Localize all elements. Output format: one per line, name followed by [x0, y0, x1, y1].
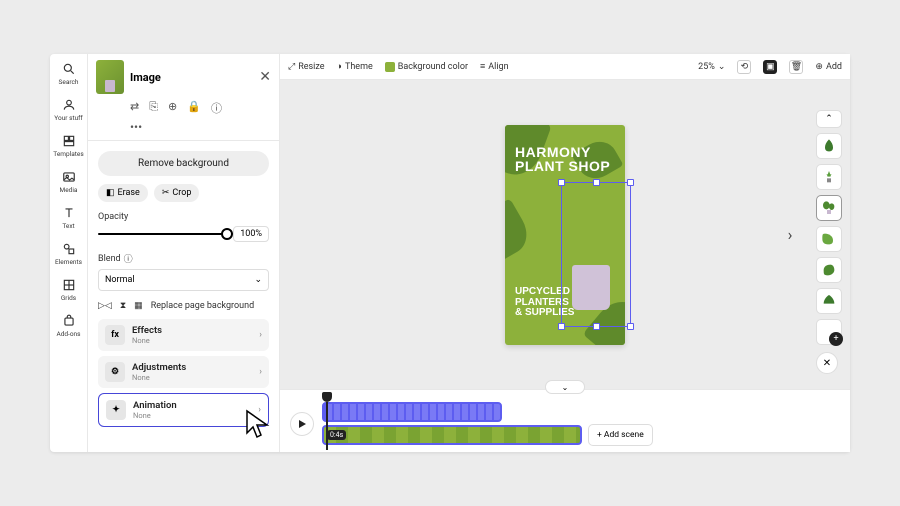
- thumb-plant-2[interactable]: [816, 195, 842, 221]
- effects-icon: fx: [105, 325, 125, 345]
- properties-panel: Image ✕ ⇄ ⎘ ⊕ 🔒 ⓘ ••• Remove background …: [88, 54, 280, 452]
- track-element[interactable]: [322, 402, 502, 422]
- chevron-right-icon: ›: [259, 367, 262, 377]
- add-button[interactable]: ⊕Add: [815, 62, 842, 72]
- effects-row[interactable]: fx EffectsNone ›: [98, 319, 269, 351]
- flip-h-icon[interactable]: ▷◁: [98, 301, 112, 311]
- card-title: HARMONY PLANT SHOP: [515, 145, 610, 174]
- duplicate-icon[interactable]: ⊕: [168, 100, 177, 116]
- thumb-leaf-3[interactable]: [816, 257, 842, 283]
- timeline-toggle[interactable]: ⌄: [545, 380, 585, 394]
- opacity-slider[interactable]: [98, 233, 227, 235]
- adjustments-icon: ⚙: [105, 362, 125, 382]
- preview-button[interactable]: ▣: [763, 60, 777, 74]
- track-scene[interactable]: 0:4s: [322, 425, 582, 445]
- timer-icon[interactable]: ⧗: [120, 301, 126, 311]
- link-icon[interactable]: ⎘: [149, 100, 158, 116]
- rail-search[interactable]: Search: [50, 62, 87, 86]
- flip-icon[interactable]: ⇄: [130, 100, 139, 116]
- rail-media[interactable]: Media: [50, 170, 87, 194]
- thumb-leaf-4[interactable]: [816, 288, 842, 314]
- align-button[interactable]: ≡Align: [480, 61, 509, 72]
- resize-button[interactable]: ⤢Resize: [288, 62, 325, 72]
- more-options-icon[interactable]: •••: [88, 120, 279, 140]
- play-button[interactable]: [290, 412, 314, 436]
- panel-title: Image: [130, 71, 253, 84]
- delete-button[interactable]: 🗑: [789, 60, 803, 74]
- chevron-down-icon: ⌄: [254, 275, 262, 285]
- next-page-button[interactable]: ›: [778, 223, 802, 247]
- collapse-thumbs-button[interactable]: ⌃: [816, 110, 842, 128]
- animation-row[interactable]: ✦ AnimationNone ›: [98, 393, 269, 427]
- opacity-label: Opacity: [98, 212, 269, 222]
- plus-icon: +: [829, 332, 843, 346]
- bgcolor-button[interactable]: Background color: [385, 62, 468, 72]
- replace-bg-icon[interactable]: ▦: [134, 301, 143, 311]
- close-panel-icon[interactable]: ✕: [259, 69, 271, 85]
- thumb-leaf-1[interactable]: [816, 133, 842, 159]
- crop-button[interactable]: ✂Crop: [154, 184, 200, 202]
- rail-text[interactable]: Text: [50, 206, 87, 230]
- opacity-value[interactable]: 100%: [233, 226, 269, 242]
- zoom-select[interactable]: 25%⌄: [698, 62, 725, 72]
- element-thumbnails: ⌃ + ✕: [816, 110, 842, 374]
- thumb-leaf-2[interactable]: [816, 226, 842, 252]
- left-rail: Search Your stuff Templates Media Text E…: [50, 54, 88, 452]
- blend-label: Blendⓘ: [98, 252, 269, 265]
- thumb-plant-1[interactable]: [816, 164, 842, 190]
- rail-grids[interactable]: Grids: [50, 278, 87, 302]
- lock-icon[interactable]: 🔒: [187, 100, 201, 116]
- chevron-right-icon: ›: [259, 330, 262, 340]
- rail-addons[interactable]: Add-ons: [50, 314, 87, 338]
- blend-select[interactable]: Normal⌄: [98, 269, 269, 291]
- rail-your-stuff[interactable]: Your stuff: [50, 98, 87, 122]
- remove-background-button[interactable]: Remove background: [98, 151, 269, 176]
- adjustments-row[interactable]: ⚙ AdjustmentsNone ›: [98, 356, 269, 388]
- canvas-stage[interactable]: HARMONY PLANT SHOP UPCYCLED PLANTERS & S…: [280, 80, 850, 389]
- close-thumbs-button[interactable]: ✕: [816, 352, 838, 374]
- canvas-toolbar: ⤢Resize ◑Theme Background color ≡Align 2…: [280, 54, 850, 80]
- playhead[interactable]: [322, 392, 332, 450]
- animation-icon: ✦: [106, 400, 126, 420]
- add-scene-button[interactable]: + Add scene: [588, 424, 653, 446]
- erase-button[interactable]: ◧Erase: [98, 184, 148, 202]
- canvas-area: ⤢Resize ◑Theme Background color ≡Align 2…: [280, 54, 850, 452]
- theme-button[interactable]: ◑Theme: [337, 61, 373, 72]
- replace-bg-label[interactable]: Replace page background: [151, 301, 254, 311]
- selection-thumbnail: [96, 60, 124, 94]
- timeline: ⌄ 0:4s + Add scene: [280, 389, 850, 452]
- info-icon[interactable]: ⓘ: [211, 100, 222, 116]
- rail-elements[interactable]: Elements: [50, 242, 87, 266]
- design-card[interactable]: HARMONY PLANT SHOP UPCYCLED PLANTERS & S…: [505, 125, 625, 345]
- card-subtitle: UPCYCLED PLANTERS & SUPPLIES: [515, 287, 574, 319]
- thumb-add[interactable]: +: [816, 319, 842, 345]
- undo-button[interactable]: ⟲: [737, 60, 751, 74]
- rail-templates[interactable]: Templates: [50, 134, 87, 158]
- chevron-right-icon: ›: [258, 405, 261, 415]
